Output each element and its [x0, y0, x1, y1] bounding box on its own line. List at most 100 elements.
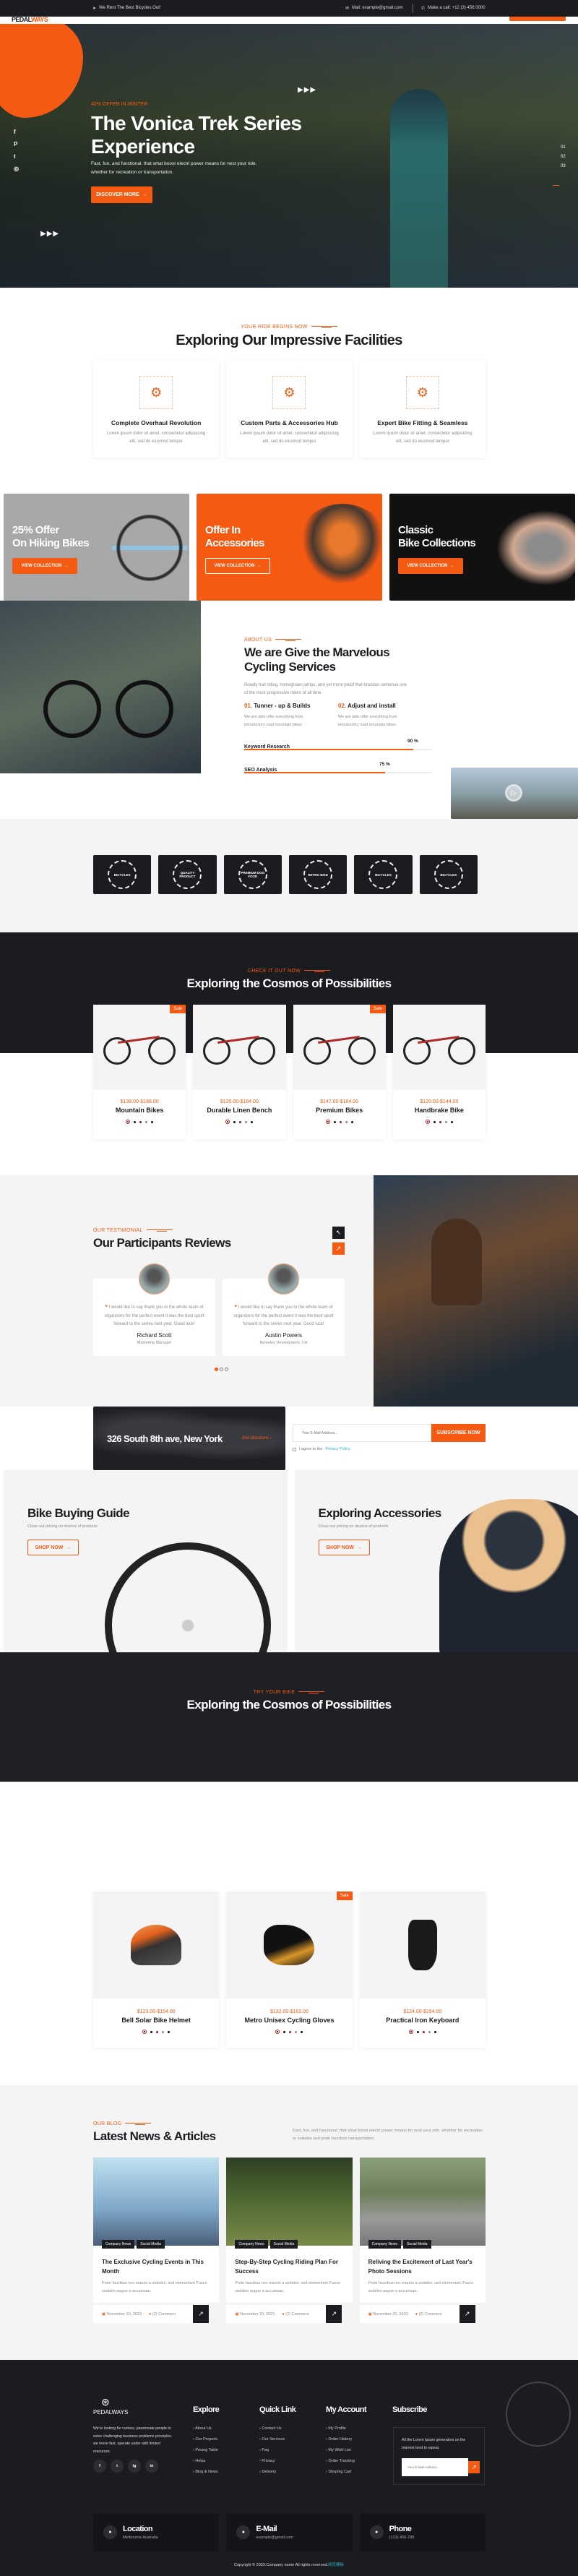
- tag-social-media[interactable]: Social Media: [402, 2240, 431, 2249]
- shop-now-button[interactable]: SHOP NOW →: [318, 1540, 370, 1555]
- footer-email-input[interactable]: [402, 2458, 468, 2476]
- social-icon[interactable]: f: [93, 2460, 106, 2473]
- view-collection-button[interactable]: VIEW COLLECTION →: [205, 558, 270, 574]
- mail-link[interactable]: ✉ Mail: example@gmail.com: [345, 6, 402, 11]
- slide-number[interactable]: 02: [561, 155, 566, 159]
- footer-link[interactable]: › Pricing Table: [193, 2445, 219, 2456]
- shop-now-button[interactable]: SHOP NOW →: [27, 1540, 79, 1555]
- dot[interactable]: [220, 1368, 223, 1371]
- post-excerpt: Proin faucibus nec mauris a sodales, sed…: [368, 2281, 474, 2293]
- product-name[interactable]: Mountain Bikes: [93, 1107, 186, 1114]
- footer-link[interactable]: › My Profile: [326, 2423, 366, 2434]
- slide-number[interactable]: 03: [561, 164, 566, 168]
- footer-link[interactable]: › Our Projects: [193, 2434, 219, 2445]
- phone-link[interactable]: ✆ Make a call: +12 (3) 456 0000: [421, 6, 486, 11]
- email-input[interactable]: [293, 1424, 431, 1442]
- post-image[interactable]: Company News Social Media: [93, 2158, 220, 2249]
- copyright-link[interactable]: 网页模板: [328, 2563, 344, 2567]
- social-icon[interactable]: t: [111, 2460, 124, 2473]
- social-icon[interactable]: ig: [128, 2460, 141, 2473]
- offer-banner[interactable]: Classic Bike Collections VIEW COLLECTION →: [389, 494, 575, 601]
- header-cta-button[interactable]: [509, 17, 566, 21]
- tag-company-news[interactable]: Company News: [235, 2240, 268, 2249]
- footer-link[interactable]: › My Wish List: [326, 2445, 366, 2456]
- logo[interactable]: PEDALWAYS: [12, 17, 48, 23]
- social-icon[interactable]: in: [145, 2460, 158, 2473]
- product-card[interactable]: Sale $138.00-$188.00 Mountain Bikes: [93, 1005, 186, 1139]
- post-image[interactable]: Company News Social Media: [226, 2158, 353, 2249]
- next-arrow-button[interactable]: ↗: [332, 1242, 345, 1255]
- footer-link[interactable]: › Shoping Cart: [326, 2467, 366, 2478]
- footer-logo[interactable]: PEDALWAYS: [93, 2409, 128, 2416]
- footer-link[interactable]: › Faq: [259, 2445, 296, 2456]
- color-swatches[interactable]: [393, 1120, 486, 1124]
- product-name[interactable]: Premium Bikes: [293, 1107, 386, 1114]
- tag-company-news[interactable]: Company News: [368, 2240, 401, 2249]
- color-swatches[interactable]: [293, 1120, 386, 1124]
- guide-banner[interactable]: Bike Buying Guide Close-out pricing on d…: [4, 1470, 288, 1652]
- brand-logo: RETRO BIKE: [288, 855, 348, 894]
- tag-social-media[interactable]: Social Media: [269, 2240, 298, 2249]
- post-image[interactable]: Company News Social Media: [359, 2158, 486, 2249]
- color-swatches[interactable]: [93, 2030, 219, 2034]
- color-swatches[interactable]: [93, 1120, 186, 1124]
- read-more-arrow-button[interactable]: ↗: [459, 2305, 475, 2323]
- dot[interactable]: [225, 1368, 228, 1371]
- offer-banner[interactable]: 25% Offer On Hiking Bikes VIEW COLLECTION…: [4, 494, 189, 601]
- product-name[interactable]: Durable Linen Bench: [193, 1107, 285, 1114]
- product-card[interactable]: $120.00-$144.00 Handbrake Bike: [392, 1005, 486, 1139]
- avatar: [268, 1263, 299, 1295]
- dot-active[interactable]: [215, 1368, 218, 1371]
- offer-banner[interactable]: Offer In Accessories VIEW COLLECTION →: [197, 494, 382, 601]
- facebook-icon[interactable]: f: [14, 129, 19, 135]
- tag-company-news[interactable]: Company News: [102, 2240, 135, 2249]
- product-name[interactable]: Practical Iron Keyboard: [360, 2017, 486, 2024]
- tag-social-media[interactable]: Social Media: [137, 2240, 165, 2249]
- product-name[interactable]: Metro Unisex Cycling Gloves: [226, 2017, 352, 2024]
- guide-banner[interactable]: Exploring Accessories Close-out pricing …: [294, 1470, 578, 1652]
- instagram-icon[interactable]: ◎: [14, 166, 19, 172]
- video-thumbnail[interactable]: ▷: [451, 768, 578, 819]
- get-directions-link[interactable]: Get directions ›: [242, 1436, 272, 1441]
- subscribe-now-button[interactable]: SUBSCRIBE NOW: [431, 1424, 486, 1442]
- footer-link[interactable]: › Delivery: [259, 2467, 296, 2478]
- view-collection-button[interactable]: VIEW COLLECTION →: [398, 558, 463, 574]
- footer-subscribe-button[interactable]: ↗: [468, 2461, 480, 2473]
- product-card[interactable]: $135.00-$164.00 Durable Linen Bench: [193, 1005, 286, 1139]
- color-swatches[interactable]: [360, 2030, 486, 2034]
- color-swatches[interactable]: [226, 2030, 352, 2034]
- discover-more-button[interactable]: DISCOVER MORE →: [91, 186, 152, 203]
- guide-image: [439, 1499, 578, 1652]
- agree-checkbox[interactable]: [293, 1447, 296, 1451]
- read-more-arrow-button[interactable]: ↗: [326, 2305, 342, 2323]
- pinterest-icon[interactable]: P: [14, 141, 19, 147]
- footer-link[interactable]: › Order Tracking: [326, 2456, 366, 2467]
- color-swatches[interactable]: [193, 1120, 285, 1124]
- play-icon[interactable]: ▷: [505, 784, 522, 802]
- product-card[interactable]: Sale $147.00-$164.00 Premium Bikes: [293, 1005, 386, 1139]
- prev-arrow-button[interactable]: ↖: [332, 1227, 345, 1239]
- read-more-arrow-button[interactable]: ↗: [193, 2305, 209, 2323]
- footer-link[interactable]: › About Us: [193, 2423, 219, 2434]
- product-card[interactable]: $123.00-$154.00 Bell Solar Bike Helmet: [93, 1892, 220, 2048]
- footer-link[interactable]: › Blog & News: [193, 2467, 219, 2478]
- footer-link[interactable]: › Order History: [326, 2434, 366, 2445]
- view-collection-button[interactable]: VIEW COLLECTION →: [12, 558, 77, 574]
- product-image: [359, 1892, 486, 1998]
- footer-link[interactable]: › Helps: [193, 2456, 219, 2467]
- product-name[interactable]: Bell Solar Bike Helmet: [93, 2017, 219, 2024]
- contact-card: ● Phone (123) 456-789: [359, 2513, 486, 2551]
- post-title[interactable]: Reliving the Excitement of Last Year's P…: [368, 2258, 477, 2276]
- product-card[interactable]: $124.00-$154.00 Practical Iron Keyboard: [359, 1892, 486, 2048]
- footer-link[interactable]: › Our Services: [259, 2434, 296, 2445]
- footer-link[interactable]: › Privacy: [259, 2456, 296, 2467]
- offer-image: [488, 504, 575, 592]
- twitter-icon[interactable]: t: [14, 153, 19, 160]
- product-name[interactable]: Handbrake Bike: [393, 1107, 486, 1114]
- post-title[interactable]: The Exclusive Cycling Events in This Mon…: [102, 2258, 210, 2276]
- post-title[interactable]: Step-By-Step Cycling Riding Plan For Suc…: [235, 2258, 343, 2276]
- slide-number[interactable]: 01: [561, 145, 566, 150]
- privacy-policy-link[interactable]: Privacy Policy.: [325, 1447, 350, 1451]
- footer-link[interactable]: › Contact Us: [259, 2423, 296, 2434]
- product-card[interactable]: Sale $132.00-$162.00 Metro Unisex Cyclin…: [226, 1892, 353, 2048]
